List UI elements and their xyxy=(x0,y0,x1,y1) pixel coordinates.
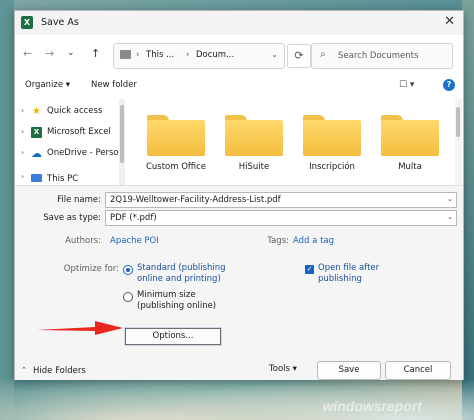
breadcrumb-separator-icon: › xyxy=(186,50,190,60)
folder-name: Inscripción xyxy=(309,162,355,172)
open-after-line1: Open file after xyxy=(318,263,380,273)
save-as-type-label: Save as type: xyxy=(43,213,101,223)
folder-icon xyxy=(225,120,283,156)
star-icon: ★ xyxy=(32,106,41,117)
chevron-right-icon[interactable]: › xyxy=(21,148,24,157)
chevron-down-icon[interactable]: ⌄ xyxy=(447,213,453,221)
standard-radio[interactable] xyxy=(123,265,133,275)
new-folder-button[interactable]: New folder xyxy=(91,80,137,90)
chevron-down-icon[interactable]: ⌄ xyxy=(447,195,453,203)
cancel-button[interactable]: Cancel xyxy=(385,361,451,380)
folder-icon xyxy=(120,50,131,59)
up-arrow-icon[interactable]: ↑ xyxy=(91,47,100,60)
folder-name: Custom Office xyxy=(145,162,207,172)
back-arrow-icon[interactable]: ← xyxy=(23,47,32,60)
standard-option-line2: online and printing) xyxy=(137,274,221,284)
organize-button[interactable]: Organize ▾ xyxy=(25,80,70,90)
search-box[interactable]: ⌕ Search Documents xyxy=(311,43,453,69)
title-bar: X Save As ✕ xyxy=(15,11,463,35)
sidebar-item-label: OneDrive - Person xyxy=(47,148,119,158)
add-tag-link[interactable]: Add a tag xyxy=(293,236,334,246)
minimum-size-radio[interactable] xyxy=(123,292,133,302)
folder-icon xyxy=(381,120,439,156)
authors-label: Authors: xyxy=(65,236,101,246)
file-name-label: File name: xyxy=(57,195,101,205)
help-icon[interactable]: ? xyxy=(443,79,455,91)
pc-icon xyxy=(31,174,42,182)
address-bar-row: ← → ⌄ ↑ › This ... › Docum... ⌄ ⟳ ⌕ Sear… xyxy=(15,39,463,73)
folder-item[interactable]: Custom Office xyxy=(143,107,209,173)
refresh-icon[interactable]: ⟳ xyxy=(287,44,311,68)
file-list-scrollbar[interactable] xyxy=(455,99,462,185)
red-arrow-annotation xyxy=(37,321,123,335)
background-left xyxy=(0,0,14,420)
sidebar-item-label: Microsoft Excel xyxy=(47,127,111,137)
folder-item[interactable]: Inscripción xyxy=(299,107,365,173)
sidebar-item-microsoft-excel[interactable]: › X Microsoft Excel xyxy=(15,124,119,142)
navigation-pane: › ★ Quick access › X Microsoft Excel › ☁… xyxy=(15,99,127,185)
breadcrumb-documents[interactable]: Docum... xyxy=(196,50,234,60)
chevron-right-icon[interactable]: › xyxy=(21,106,24,115)
save-as-type-value: PDF (*.pdf) xyxy=(110,213,157,223)
folder-item[interactable]: Multa xyxy=(377,107,443,173)
red-arrow-icon xyxy=(37,321,123,335)
chevron-right-icon[interactable]: › xyxy=(21,127,24,136)
sidebar-item-quick-access[interactable]: › ★ Quick access xyxy=(15,103,119,121)
hide-folders-button[interactable]: Hide Folders xyxy=(33,366,86,376)
save-form: File name: 2Q19-Welltower-Facility-Addre… xyxy=(15,185,463,380)
watermark: windowsreport xyxy=(322,398,422,414)
search-placeholder: Search Documents xyxy=(338,51,419,61)
minimum-size-option-label[interactable]: Minimum size (publishing online) xyxy=(137,290,216,312)
chevron-up-icon[interactable]: ⌃ xyxy=(21,366,27,374)
sidebar-item-onedrive[interactable]: › ☁ OneDrive - Person xyxy=(15,145,119,163)
navigation-scrollbar[interactable] xyxy=(119,99,125,185)
save-as-type-select[interactable]: PDF (*.pdf) ⌄ xyxy=(105,210,457,226)
folder-item[interactable]: HiSuite xyxy=(221,107,287,173)
options-button[interactable]: Options... xyxy=(125,328,221,345)
forward-arrow-icon[interactable]: → xyxy=(45,47,54,60)
view-options-icon[interactable]: ☐ ▾ xyxy=(399,80,414,90)
standard-option-line1: Standard (publishing xyxy=(137,263,226,273)
standard-option-label[interactable]: Standard (publishing online and printing… xyxy=(137,263,226,285)
optimize-for-label: Optimize for: xyxy=(63,264,119,274)
folder-name: HiSuite xyxy=(238,162,270,172)
open-after-publishing-label[interactable]: Open file after publishing xyxy=(318,263,379,285)
close-icon[interactable]: ✕ xyxy=(444,14,455,29)
sidebar-item-label: This PC xyxy=(47,174,79,184)
file-list: Custom Office HiSuite Inscripción Multa xyxy=(129,99,455,185)
folder-icon xyxy=(303,120,361,156)
breadcrumb-separator-icon: › xyxy=(136,50,140,60)
minimum-option-line1: Minimum size xyxy=(137,290,196,300)
open-after-line2: publishing xyxy=(318,274,362,284)
address-bar[interactable]: › This ... › Docum... ⌄ xyxy=(113,43,285,69)
save-button[interactable]: Save xyxy=(317,361,381,380)
file-name-input[interactable]: 2Q19-Welltower-Facility-Address-List.pdf… xyxy=(105,192,457,208)
dialog-title: Save As xyxy=(41,17,79,28)
cloud-icon: ☁ xyxy=(31,147,42,160)
tools-dropdown[interactable]: Tools ▾ xyxy=(269,364,297,374)
sidebar-item-label: Quick access xyxy=(47,106,103,116)
search-icon: ⌕ xyxy=(320,49,326,60)
excel-icon: X xyxy=(21,16,33,29)
sidebar-item-this-pc[interactable]: › This PC xyxy=(15,169,119,185)
command-bar: Organize ▾ New folder ☐ ▾ ? xyxy=(15,75,463,97)
recent-dropdown-icon[interactable]: ⌄ xyxy=(67,48,75,58)
scrollbar-thumb[interactable] xyxy=(120,105,124,163)
tags-label: Tags: xyxy=(267,236,289,246)
excel-icon: X xyxy=(31,127,42,138)
file-name-value: 2Q19-Welltower-Facility-Address-List.pdf xyxy=(110,195,281,205)
open-after-publishing-checkbox[interactable]: ✓ xyxy=(305,265,314,274)
folder-name: Multa xyxy=(398,162,422,172)
minimum-option-line2: (publishing online) xyxy=(137,301,217,311)
chevron-right-icon[interactable]: › xyxy=(21,172,24,181)
authors-value[interactable]: Apache POI xyxy=(110,236,159,246)
breadcrumb-this-pc[interactable]: This ... xyxy=(146,50,174,60)
folder-icon xyxy=(147,120,205,156)
scrollbar-thumb[interactable] xyxy=(456,107,460,137)
save-as-dialog: X Save As ✕ ← → ⌄ ↑ › This ... › Docum..… xyxy=(14,10,464,380)
address-dropdown-icon[interactable]: ⌄ xyxy=(271,50,278,59)
